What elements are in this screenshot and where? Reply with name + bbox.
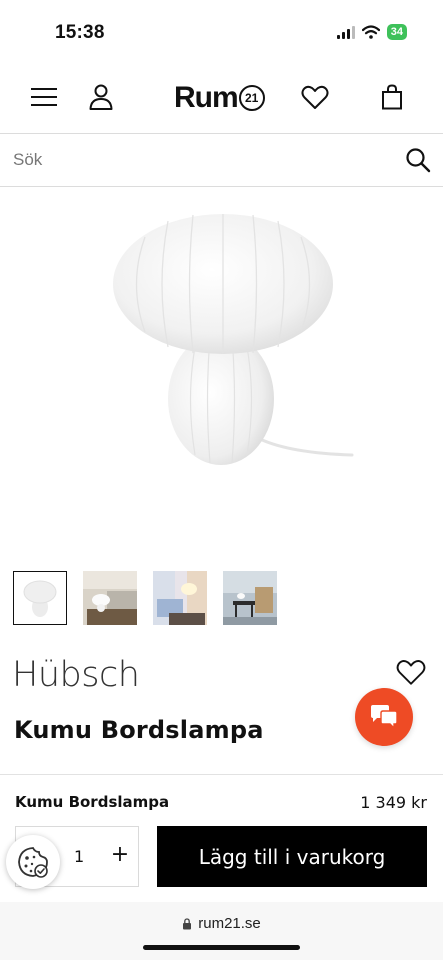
browser-bar: rum21.se: [0, 902, 443, 960]
battery-icon: 34: [386, 24, 407, 40]
chat-bubbles-icon: [371, 705, 398, 730]
wishlist-button[interactable]: [297, 79, 333, 115]
thumbnail-strip: [13, 571, 277, 625]
sticky-product-price: 1 349 kr: [360, 793, 427, 812]
cookie-settings-button[interactable]: [6, 835, 60, 889]
search-input[interactable]: [0, 134, 400, 186]
home-indicator[interactable]: [143, 945, 300, 950]
thumbnail-2[interactable]: [83, 571, 137, 625]
lock-icon: [183, 917, 192, 929]
user-icon: [89, 84, 113, 110]
url-text: rum21.se: [198, 915, 261, 932]
add-to-wishlist-button[interactable]: [396, 659, 426, 687]
cart-button[interactable]: [374, 79, 410, 115]
search-bar: [0, 134, 443, 186]
heart-icon: [396, 660, 426, 685]
thumbnail-4[interactable]: [223, 571, 277, 625]
shopping-bag-icon: [382, 84, 402, 110]
product-title: Kumu Bordslampa: [14, 716, 264, 744]
logo-text: Rum: [174, 81, 239, 114]
status-bar: 15:38 34: [0, 0, 443, 64]
battery-level: 34: [390, 26, 403, 38]
product-brand[interactable]: Hübsch: [12, 655, 140, 695]
account-button[interactable]: [83, 79, 119, 115]
status-time: 15:38: [55, 22, 105, 43]
sticky-product-name: Kumu Bordslampa: [15, 793, 170, 811]
thumbnail-1[interactable]: [13, 571, 67, 625]
status-icons: 34: [336, 24, 407, 40]
lamp-image: [113, 213, 354, 465]
wifi-icon: [361, 25, 380, 39]
product-main-image[interactable]: [0, 187, 443, 557]
add-to-cart-button[interactable]: Lägg till i varukorg: [157, 826, 427, 887]
search-icon: [406, 148, 431, 173]
chat-button[interactable]: [355, 688, 413, 746]
logo-badge: 21: [238, 85, 265, 111]
search-button[interactable]: [405, 147, 431, 173]
add-to-cart-label: Lägg till i varukorg: [198, 844, 386, 869]
site-header: Rum 21: [0, 64, 443, 134]
thumbnail-3[interactable]: [153, 571, 207, 625]
heart-icon: [301, 85, 329, 109]
site-logo[interactable]: Rum 21: [174, 81, 265, 114]
address-bar[interactable]: rum21.se: [0, 915, 443, 932]
quantity-increase-button[interactable]: +: [109, 844, 131, 866]
menu-icon: [31, 88, 57, 106]
sticky-purchase-bar: Kumu Bordslampa 1 349 kr 1 + Lägg till i…: [0, 774, 443, 902]
cellular-signal-icon: [336, 25, 355, 39]
menu-button[interactable]: [26, 79, 62, 115]
cookie-icon: [18, 847, 48, 878]
quantity-value[interactable]: 1: [74, 847, 84, 866]
